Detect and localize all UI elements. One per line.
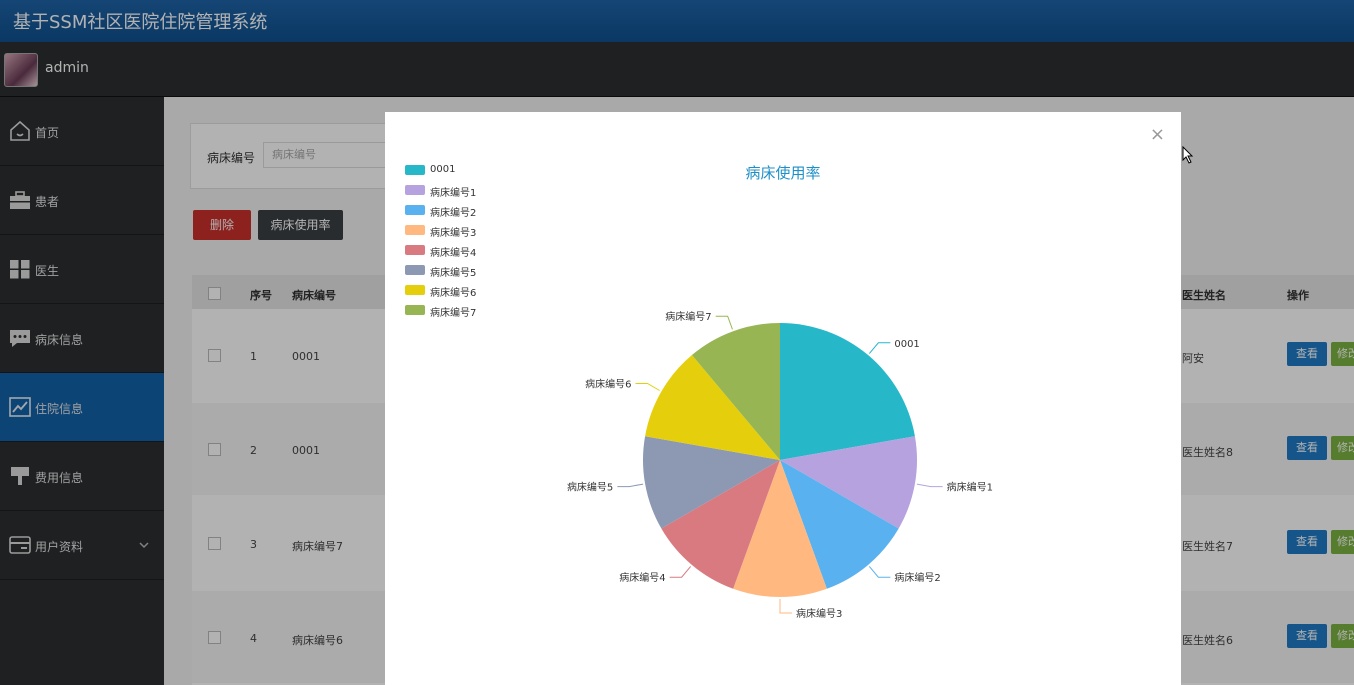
pie-slice-label: 病床编号6: [585, 378, 631, 391]
pie-leader-line: [617, 483, 644, 488]
modal-backdrop-top: [0, 0, 1354, 97]
pie-chart: 0001 病床编号1 病床编号2 病床编号3 病床编号4 病床编号5 病床编号6 病床编号7: [567, 310, 993, 620]
pie-slice-label: 病床编号1: [947, 481, 993, 494]
pie-leader-line: [868, 566, 891, 578]
pie-leader-line: [868, 342, 891, 354]
pie-slice-label: 0001: [894, 339, 919, 350]
pie-leader-line: [669, 566, 692, 578]
mouse-cursor-icon: [1182, 146, 1194, 164]
pie-leader-line: [916, 483, 943, 488]
pie-leader-line: [635, 383, 660, 391]
pie-slice-label: 病床编号4: [619, 571, 665, 584]
pie-leader-line: [715, 315, 733, 330]
pie-slice-label: 病床编号2: [894, 571, 940, 584]
pie-leader-line: [779, 599, 792, 614]
pie-slice-label: 病床编号3: [796, 607, 842, 620]
pie-slice-label: 病床编号7: [665, 310, 711, 323]
pie-slice-label: 病床编号5: [567, 481, 613, 494]
chart-modal: × 病床使用率 0001 病床编号1 病床编号2 病床编号3 病床编号4 病床编号5 病床编…: [385, 112, 1181, 685]
